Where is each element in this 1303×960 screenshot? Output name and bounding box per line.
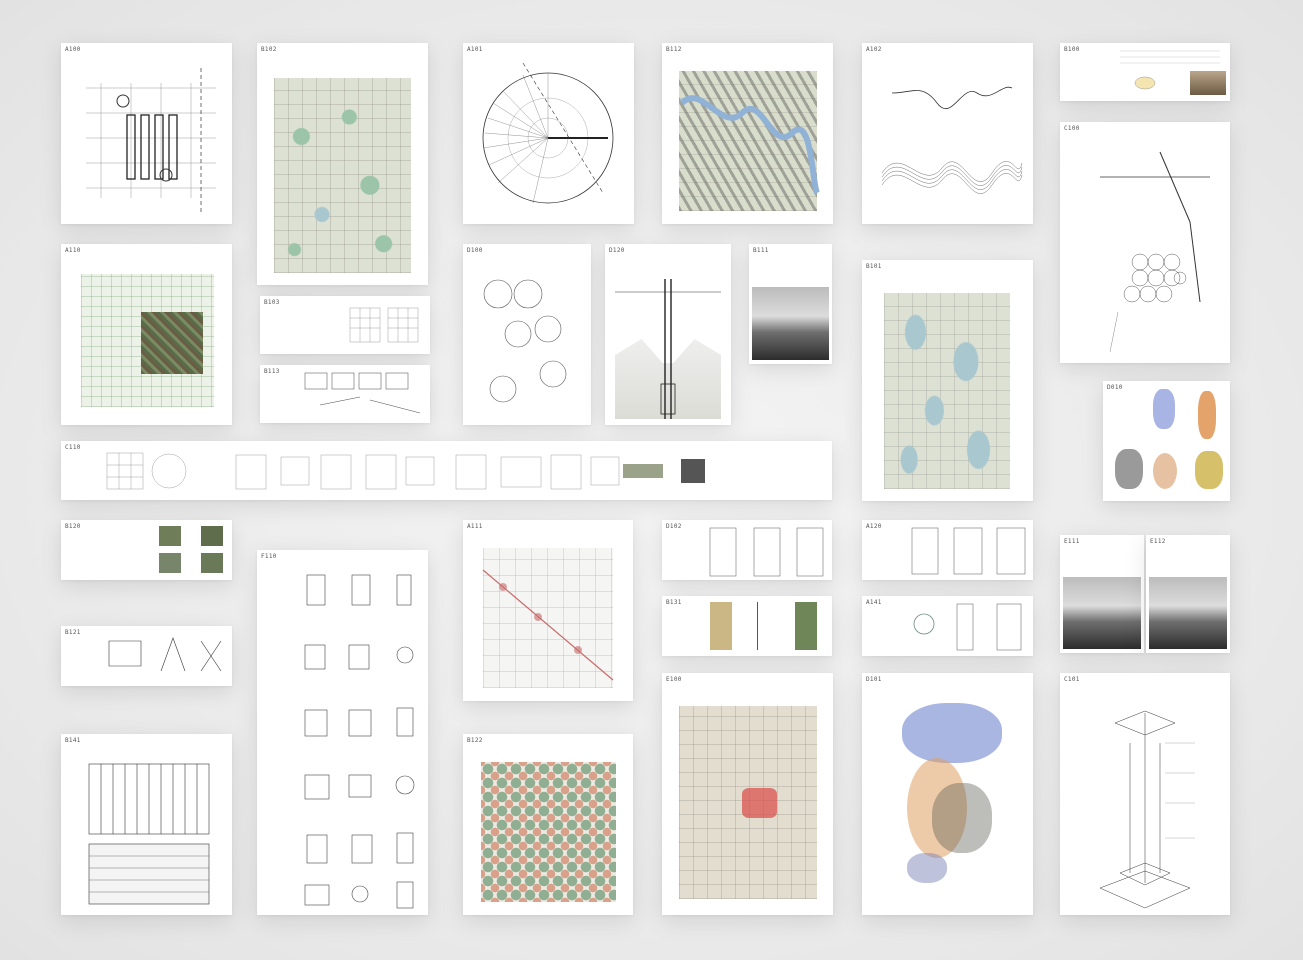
sheet-code: A110 (65, 247, 81, 254)
sheet-code: D101 (866, 676, 882, 683)
section-diagram (881, 86, 1023, 194)
sheet-b101[interactable]: B101 (862, 260, 1033, 501)
section-drawings (911, 527, 1026, 575)
river-line (679, 95, 820, 195)
sheet-b121[interactable]: B121 (61, 626, 232, 686)
sheet-f110[interactable]: F110 (257, 550, 428, 915)
sheet-code: E100 (666, 676, 682, 683)
sheet-d100[interactable]: D100 (463, 244, 591, 425)
sheet-code: D010 (1107, 384, 1123, 391)
structure-sketches (108, 637, 222, 672)
sheet-e111[interactable]: E111 (1060, 535, 1144, 653)
silo-elevation (88, 763, 210, 905)
sheet-b141[interactable]: B141 (61, 734, 232, 915)
cloud-tan (1153, 453, 1177, 489)
sheet-a111[interactable]: A111 (463, 520, 633, 701)
sheet-d101[interactable]: D101 (862, 673, 1033, 915)
sheet-code: B111 (753, 247, 769, 254)
sheet-a102[interactable]: A102 (862, 43, 1033, 224)
aerial-thumb-1 (159, 526, 181, 546)
pivot-irrigation-map (481, 762, 616, 902)
sheet-b111[interactable]: B111 (749, 244, 832, 364)
axonometric-tower (1099, 710, 1195, 909)
sheet-b112[interactable]: B112 (662, 43, 833, 224)
cloud-gray (1115, 449, 1143, 489)
sheet-b102[interactable]: B102 (257, 43, 428, 285)
river-sketch (757, 602, 772, 650)
hydrology-map (884, 293, 1010, 489)
sheet-a110[interactable]: A110 (61, 244, 232, 425)
topographic-map (274, 78, 411, 273)
aerial-thumb-2 (201, 526, 223, 546)
map-thumb-1 (710, 602, 732, 650)
cloud-bottom (907, 853, 947, 883)
prairie-photo-1 (1063, 577, 1141, 649)
satellite-inset (141, 312, 203, 374)
radial-diagram (482, 62, 614, 204)
sheet-b100[interactable]: B100 (1060, 43, 1230, 101)
sheet-code: B101 (866, 263, 882, 270)
sheet-code: B122 (467, 737, 483, 744)
cattle-photo (752, 287, 829, 360)
sheet-c110[interactable]: C110 (61, 441, 832, 500)
sheet-a120[interactable]: A120 (862, 520, 1033, 580)
highway-line (482, 569, 614, 681)
detail-drawings (913, 603, 1022, 651)
plan-drawing (86, 68, 216, 213)
sheet-a101[interactable]: A101 (463, 43, 634, 224)
map-thumb-2 (795, 602, 817, 650)
sheet-code: E112 (1150, 538, 1166, 545)
chart-grid (1120, 50, 1220, 90)
sheet-code: B120 (65, 523, 81, 530)
sheet-code: E111 (1064, 538, 1080, 545)
sheet-d120[interactable]: D120 (605, 244, 731, 425)
aerial-thumb-4 (201, 553, 223, 573)
sheet-b103[interactable]: B103 (260, 296, 430, 354)
sheet-d010[interactable]: D010 (1103, 381, 1230, 501)
cloud-orange (1198, 391, 1216, 439)
elevation-drawings (709, 527, 824, 577)
prairie-photo-2 (1149, 577, 1227, 649)
sheet-code: B102 (261, 46, 277, 53)
aerial-thumb-3 (159, 553, 181, 573)
sheet-c101[interactable]: C101 (1060, 673, 1230, 915)
sheet-b122[interactable]: B122 (463, 734, 633, 915)
sheet-a100[interactable]: A100 (61, 43, 232, 224)
cluster-plan (483, 279, 567, 403)
catalog-strip (106, 452, 705, 490)
plan-layout (1100, 151, 1210, 353)
sheet-b113[interactable]: B113 (260, 365, 430, 423)
sheet-b120[interactable]: B120 (61, 520, 232, 580)
grid-diagrams (349, 307, 419, 343)
device-catalog (304, 574, 415, 909)
cloud-yellow (1195, 451, 1223, 489)
perspective-sketches (304, 372, 421, 414)
sheet-code: B131 (666, 599, 682, 606)
cloud-blue-large (902, 703, 1002, 763)
tower-section (615, 279, 721, 419)
sheet-b131[interactable]: B131 (662, 596, 832, 656)
sheet-c100[interactable]: C100 (1060, 122, 1230, 363)
sheet-a141[interactable]: A141 (862, 596, 1033, 656)
sheet-e100[interactable]: E100 (662, 673, 833, 915)
sheet-e112[interactable]: E112 (1146, 535, 1230, 653)
town-area (742, 788, 777, 818)
cloud-blue (1153, 389, 1175, 429)
cloud-dark (932, 783, 992, 853)
sheet-d102[interactable]: D102 (662, 520, 832, 580)
